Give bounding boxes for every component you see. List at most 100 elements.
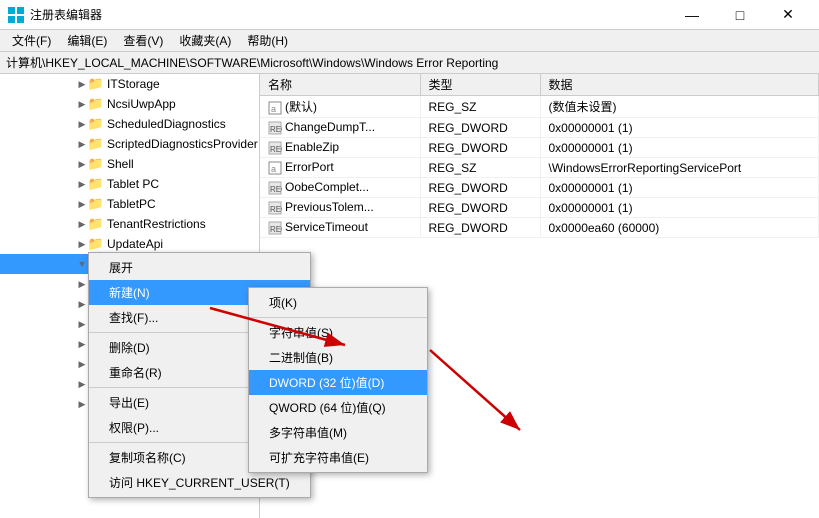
tree-item-itstorage[interactable]: ▶ 📁 ITStorage bbox=[0, 74, 259, 94]
ctx-access[interactable]: 访问 HKEY_CURRENT_USER(T) bbox=[89, 470, 310, 495]
table-row[interactable]: REGPreviousTolem...REG_DWORD0x00000001 (… bbox=[260, 198, 819, 218]
default-value-icon: a bbox=[268, 100, 285, 114]
default-value-icon: a bbox=[268, 160, 285, 174]
tree-item-ncsiuwpapp[interactable]: ▶ 📁 NcsiUwpApp bbox=[0, 94, 259, 114]
expand-icon: ▶ bbox=[76, 178, 88, 190]
expand-icon: ▶ bbox=[76, 378, 88, 390]
reg-type: REG_DWORD bbox=[420, 178, 540, 198]
expand-icon: ▶ bbox=[76, 118, 88, 130]
svg-text:REG: REG bbox=[270, 125, 282, 134]
ctx-copy-label: 复制项名称(C) bbox=[109, 449, 186, 466]
reg-type: REG_SZ bbox=[420, 158, 540, 178]
menu-favorites[interactable]: 收藏夹(A) bbox=[171, 30, 239, 51]
reg-type: REG_DWORD bbox=[420, 118, 540, 138]
expand-icon: ▶ bbox=[76, 338, 88, 350]
table-row[interactable]: aErrorPortREG_SZ\WindowsErrorReportingSe… bbox=[260, 158, 819, 178]
title-bar-left: 注册表编辑器 bbox=[8, 6, 102, 23]
ctx-access-label: 访问 HKEY_CURRENT_USER(T) bbox=[109, 474, 290, 491]
maximize-button[interactable]: □ bbox=[717, 0, 763, 30]
dword-icon: REG bbox=[268, 200, 285, 214]
registry-table: 名称 类型 数据 a(默认)REG_SZ(数值未设置)REGChangeDump… bbox=[260, 74, 819, 238]
reg-name: REGOobeComplet... bbox=[260, 178, 420, 198]
expand-icon: ▶ bbox=[76, 278, 88, 290]
close-button[interactable]: ✕ bbox=[765, 0, 811, 30]
menu-edit[interactable]: 编辑(E) bbox=[59, 30, 115, 51]
expand-icon: ▶ bbox=[76, 238, 88, 250]
reg-data: 0x0000ea60 (60000) bbox=[540, 218, 819, 238]
sub-dword[interactable]: DWORD (32 位)值(D) bbox=[249, 370, 427, 395]
table-row[interactable]: REGChangeDumpT...REG_DWORD0x00000001 (1) bbox=[260, 118, 819, 138]
table-row[interactable]: REGOobeComplet...REG_DWORD0x00000001 (1) bbox=[260, 178, 819, 198]
sub-expandstring[interactable]: 可扩充字符串值(E) bbox=[249, 445, 427, 470]
sub-sep1 bbox=[249, 317, 427, 318]
sub-string[interactable]: 字符串值(S) bbox=[249, 320, 427, 345]
expand-icon: ▶ bbox=[76, 78, 88, 90]
address-bar: 计算机\HKEY_LOCAL_MACHINE\SOFTWARE\Microsof… bbox=[0, 52, 819, 74]
reg-type: REG_DWORD bbox=[420, 138, 540, 158]
reg-data: 0x00000001 (1) bbox=[540, 198, 819, 218]
tree-item-updateapi[interactable]: ▶ 📁 UpdateApi bbox=[0, 234, 259, 254]
menu-help[interactable]: 帮助(H) bbox=[239, 30, 296, 51]
expand-icon: ▶ bbox=[76, 98, 88, 110]
reg-type: REG_DWORD bbox=[420, 198, 540, 218]
minimize-button[interactable]: — bbox=[669, 0, 715, 30]
tree-item-scripted[interactable]: ▶ 📁 ScriptedDiagnosticsProvider bbox=[0, 134, 259, 154]
folder-icon: 📁 bbox=[88, 176, 104, 192]
expand-icon: ▶ bbox=[76, 398, 88, 410]
app-icon bbox=[8, 7, 24, 23]
tree-label: NcsiUwpApp bbox=[107, 97, 176, 111]
folder-icon: 📁 bbox=[88, 136, 104, 152]
expand-icon: ▶ bbox=[76, 198, 88, 210]
expand-icon: ▶ bbox=[76, 318, 88, 330]
table-row[interactable]: REGEnableZipREG_DWORD0x00000001 (1) bbox=[260, 138, 819, 158]
ctx-permissions-label: 权限(P)... bbox=[109, 419, 159, 436]
svg-text:REG: REG bbox=[270, 145, 282, 154]
svg-text:REG: REG bbox=[270, 205, 282, 214]
reg-data: \WindowsErrorReportingServicePort bbox=[540, 158, 819, 178]
tree-item-shell[interactable]: ▶ 📁 Shell bbox=[0, 154, 259, 174]
sub-qword-label: QWORD (64 位)值(Q) bbox=[269, 399, 386, 416]
folder-icon: 📁 bbox=[88, 96, 104, 112]
folder-icon: 📁 bbox=[88, 196, 104, 212]
menu-file[interactable]: 文件(F) bbox=[4, 30, 59, 51]
tree-item-tabletpc2[interactable]: ▶ 📁 TabletPC bbox=[0, 194, 259, 214]
tree-label: Tablet PC bbox=[107, 177, 159, 191]
menu-view[interactable]: 查看(V) bbox=[115, 30, 171, 51]
table-row[interactable]: REGServiceTimeoutREG_DWORD0x0000ea60 (60… bbox=[260, 218, 819, 238]
reg-name: REGPreviousTolem... bbox=[260, 198, 420, 218]
dword-icon: REG bbox=[268, 220, 285, 234]
reg-name: REGServiceTimeout bbox=[260, 218, 420, 238]
ctx-find-label: 查找(F)... bbox=[109, 309, 158, 326]
tree-item-tabletpc[interactable]: ▶ 📁 Tablet PC bbox=[0, 174, 259, 194]
ctx-expand[interactable]: 展开 bbox=[89, 255, 310, 280]
tree-item-scheduled[interactable]: ▶ 📁 ScheduledDiagnostics bbox=[0, 114, 259, 134]
folder-icon: 📁 bbox=[88, 76, 104, 92]
ctx-rename-label: 重命名(R) bbox=[109, 364, 162, 381]
ctx-export-label: 导出(E) bbox=[109, 394, 149, 411]
sub-qword[interactable]: QWORD (64 位)值(Q) bbox=[249, 395, 427, 420]
svg-text:a: a bbox=[271, 104, 276, 114]
sub-multistring[interactable]: 多字符串值(M) bbox=[249, 420, 427, 445]
ctx-delete-label: 删除(D) bbox=[109, 339, 150, 356]
sub-binary[interactable]: 二进制值(B) bbox=[249, 345, 427, 370]
expand-icon: ▶ bbox=[76, 138, 88, 150]
window-controls: — □ ✕ bbox=[669, 0, 811, 30]
tree-item-tenant[interactable]: ▶ 📁 TenantRestrictions bbox=[0, 214, 259, 234]
reg-name: a(默认) bbox=[260, 96, 420, 118]
expand-icon: ▶ bbox=[76, 218, 88, 230]
tree-label: TenantRestrictions bbox=[107, 217, 206, 231]
sub-key[interactable]: 项(K) bbox=[249, 290, 427, 315]
reg-name: REGEnableZip bbox=[260, 138, 420, 158]
sub-dword-label: DWORD (32 位)值(D) bbox=[269, 374, 384, 391]
dword-icon: REG bbox=[268, 120, 285, 134]
address-text: 计算机\HKEY_LOCAL_MACHINE\SOFTWARE\Microsof… bbox=[6, 54, 498, 71]
title-bar: 注册表编辑器 — □ ✕ bbox=[0, 0, 819, 30]
svg-text:REG: REG bbox=[270, 185, 282, 194]
sub-expandstring-label: 可扩充字符串值(E) bbox=[269, 449, 369, 466]
col-type: 类型 bbox=[420, 74, 540, 96]
sub-binary-label: 二进制值(B) bbox=[269, 349, 333, 366]
tree-label: ScheduledDiagnostics bbox=[107, 117, 226, 131]
table-row[interactable]: a(默认)REG_SZ(数值未设置) bbox=[260, 96, 819, 118]
reg-data: (数值未设置) bbox=[540, 96, 819, 118]
tree-label: TabletPC bbox=[107, 197, 156, 211]
